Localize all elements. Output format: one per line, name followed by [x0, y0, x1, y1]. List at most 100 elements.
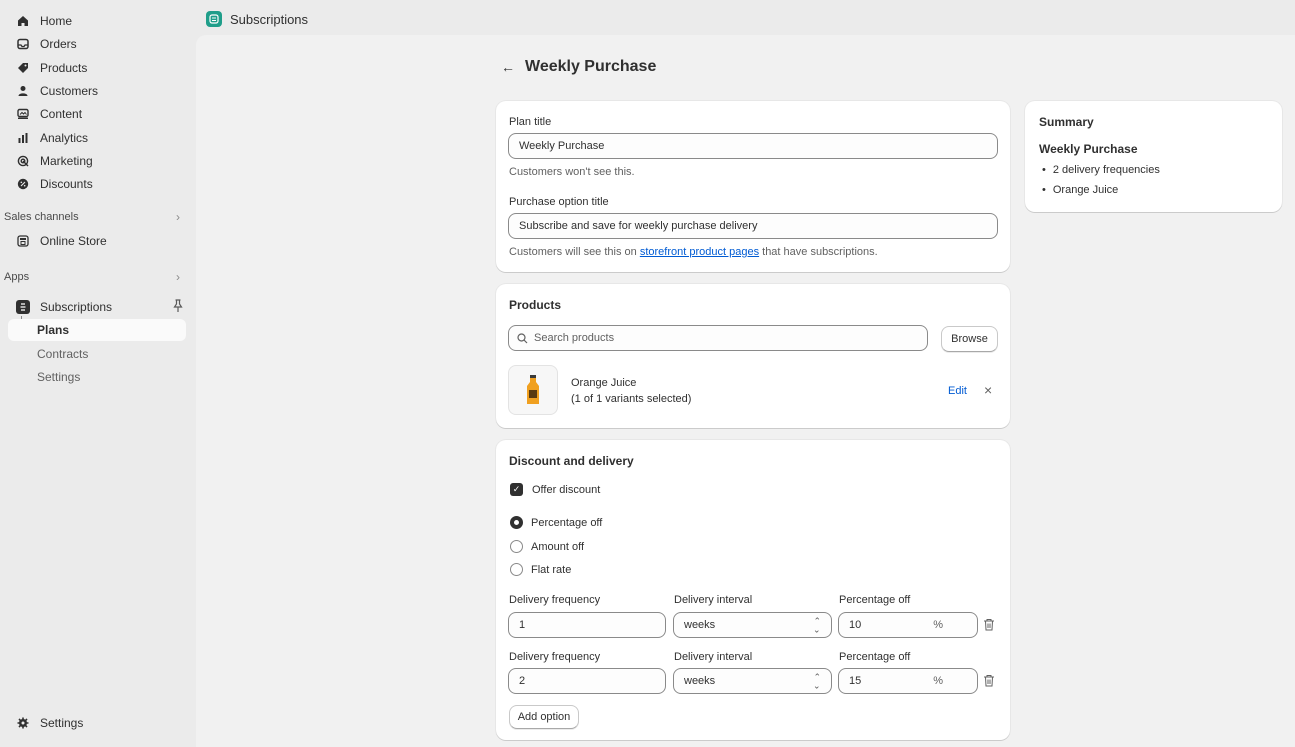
- sidebar-item-label: Online Store: [40, 234, 107, 248]
- sidebar-item-label: Subscriptions: [40, 300, 113, 314]
- delivery-frequency-label: Delivery frequency: [509, 594, 601, 606]
- summary-heading: Summary: [1039, 115, 1094, 129]
- purchase-option-input[interactable]: Subscribe and save for weekly purchase d…: [508, 213, 998, 239]
- delivery-frequency-input[interactable]: 1: [508, 612, 666, 638]
- sidebar-item-label: Home: [40, 14, 73, 28]
- sidebar-item-label: Content: [40, 107, 83, 121]
- pin-icon[interactable]: [172, 299, 184, 316]
- sidebar-item-label: Settings: [40, 716, 84, 730]
- gear-icon: [16, 716, 30, 730]
- percentage-off-input[interactable]: 10 %: [838, 612, 978, 638]
- sidebar-item-label: Orders: [40, 37, 77, 51]
- plan-title-help: Customers won't see this.: [509, 166, 635, 178]
- sidebar-item-orders[interactable]: Orders: [8, 33, 186, 55]
- bar-chart-icon: [16, 131, 30, 145]
- search-placeholder: Search products: [534, 332, 615, 344]
- percent-suffix: %: [933, 675, 943, 687]
- edit-product-link[interactable]: Edit: [948, 385, 967, 397]
- person-icon: [16, 84, 30, 98]
- percentage-value: 10: [849, 619, 862, 631]
- radio-percentage-off[interactable]: Percentage off: [510, 516, 602, 529]
- checkmark-icon: ✓: [510, 483, 523, 496]
- radio-label: Amount off: [531, 540, 584, 553]
- radio-label: Percentage off: [531, 516, 603, 529]
- interval-value: weeks: [684, 675, 716, 687]
- discount-delivery-heading: Discount and delivery: [509, 454, 634, 468]
- percentage-off-input[interactable]: 15 %: [838, 668, 978, 694]
- select-arrows-icon: ⌃ ⌃: [813, 616, 821, 635]
- sidebar-item-label: Analytics: [40, 131, 89, 145]
- summary-item: 2 delivery frequencies: [1040, 160, 1160, 180]
- delivery-interval-select[interactable]: weeks ⌃ ⌃: [673, 612, 832, 638]
- back-arrow-icon[interactable]: ←: [501, 59, 515, 75]
- content-icon: [16, 107, 30, 121]
- help-text: Customers will see this on: [509, 246, 640, 258]
- app-topbar: Subscriptions: [196, 4, 1295, 34]
- delivery-interval-label: Delivery interval: [674, 651, 753, 663]
- chevron-right-icon: ›: [176, 270, 180, 284]
- subscriptions-app-icon: [16, 300, 30, 314]
- radio-label: Flat rate: [531, 563, 572, 576]
- page-title: ← Weekly Purchase: [501, 58, 656, 76]
- frequency-value: 1: [519, 619, 526, 631]
- percentage-off-label: Percentage off: [839, 651, 911, 663]
- radio-unselected-icon: [510, 540, 523, 553]
- purchase-option-help: Customers will see this on storefront pr…: [509, 246, 878, 258]
- radio-selected-icon: [510, 516, 523, 529]
- sidebar-subitem-settings[interactable]: Settings: [8, 366, 186, 388]
- sidebar-item-marketing[interactable]: Marketing: [8, 150, 186, 172]
- summary-plan-name: Weekly Purchase: [1039, 142, 1138, 156]
- product-thumbnail: [508, 365, 558, 415]
- store-icon: [16, 234, 30, 248]
- offer-discount-checkbox[interactable]: ✓ Offer discount: [510, 483, 600, 496]
- sidebar-item-analytics[interactable]: Analytics: [8, 127, 186, 149]
- chevron-right-icon: ›: [176, 210, 180, 224]
- summary-item: Orange Juice: [1040, 180, 1160, 200]
- percentage-value: 15: [849, 675, 862, 687]
- summary-list: 2 delivery frequencies Orange Juice: [1040, 160, 1160, 200]
- delivery-frequency-input[interactable]: 2: [508, 668, 666, 694]
- sidebar-item-products[interactable]: Products: [8, 57, 186, 79]
- plan-title-value: Weekly Purchase: [519, 140, 605, 152]
- delete-row-icon[interactable]: [983, 618, 997, 632]
- percentage-off-label: Percentage off: [839, 594, 911, 606]
- delivery-interval-select[interactable]: weeks ⌃ ⌃: [673, 668, 832, 694]
- browse-button[interactable]: Browse: [941, 326, 998, 352]
- sales-channels-section[interactable]: Sales channels ›: [0, 207, 186, 227]
- page-title-text: Weekly Purchase: [525, 58, 657, 75]
- sidebar-subitem-label: Settings: [37, 370, 81, 384]
- sidebar-subitem-plans[interactable]: Plans: [8, 319, 186, 341]
- products-card: [496, 284, 1010, 428]
- sidebar-item-content[interactable]: Content: [8, 103, 186, 125]
- radio-amount-off[interactable]: Amount off: [510, 540, 584, 553]
- interval-value: weeks: [684, 619, 716, 631]
- home-icon: [16, 14, 30, 28]
- discount-icon: [16, 177, 30, 191]
- app-title: Subscriptions: [230, 11, 309, 27]
- products-heading: Products: [509, 298, 562, 312]
- storefront-link[interactable]: storefront product pages: [640, 246, 759, 258]
- sidebar-item-home[interactable]: Home: [8, 10, 186, 32]
- sidebar-item-online-store[interactable]: Online Store: [8, 230, 186, 252]
- frequency-value: 2: [519, 675, 526, 687]
- sidebar-item-customers[interactable]: Customers: [8, 80, 186, 102]
- delivery-frequency-label: Delivery frequency: [509, 651, 601, 663]
- radio-flat-rate[interactable]: Flat rate: [510, 563, 571, 576]
- sidebar-item-subscriptions[interactable]: Subscriptions: [8, 296, 186, 318]
- apps-section[interactable]: Apps ›: [0, 267, 186, 287]
- search-products-input[interactable]: Search products: [508, 325, 928, 351]
- sidebar-item-settings[interactable]: Settings: [8, 712, 186, 734]
- sidebar-subitem-contracts[interactable]: Contracts: [8, 343, 186, 365]
- offer-discount-label: Offer discount: [532, 483, 601, 496]
- search-icon: [517, 332, 528, 344]
- sidebar-item-discounts[interactable]: Discounts: [8, 173, 186, 195]
- plan-title-input[interactable]: Weekly Purchase: [508, 133, 998, 159]
- sidebar: Home Orders Products Customers Content A…: [0, 0, 196, 747]
- sidebar-item-label: Products: [40, 61, 88, 75]
- delivery-interval-label: Delivery interval: [674, 594, 753, 606]
- product-name: Orange Juice: [571, 377, 637, 389]
- add-option-button[interactable]: Add option: [509, 705, 579, 729]
- target-icon: [16, 154, 30, 168]
- delete-row-icon[interactable]: [983, 674, 997, 688]
- remove-product-icon[interactable]: ×: [984, 382, 992, 398]
